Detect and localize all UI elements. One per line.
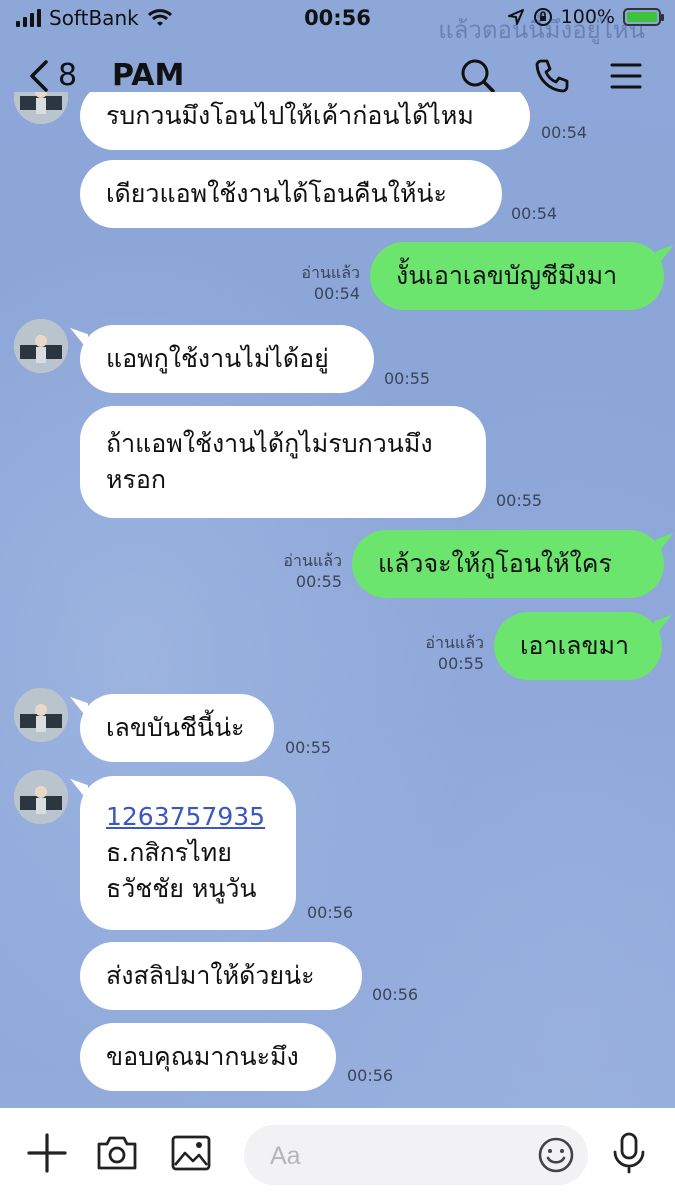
input-bar <box>0 1108 675 1200</box>
message-input-field[interactable] <box>244 1125 588 1185</box>
message-meta: อ่านแล้ว 00:55 <box>272 550 342 592</box>
message-bubble-in[interactable]: เลขบันชีนี้น่ะ <box>80 694 274 762</box>
message-input[interactable] <box>268 1135 522 1177</box>
message-time: 00:56 <box>307 903 354 922</box>
read-receipt: อ่านแล้ว <box>425 633 484 652</box>
account-number-link[interactable]: 1263757935 <box>106 799 270 835</box>
message-text: งั้นเอาเลขบัญชีมึงมา <box>396 261 618 290</box>
message-text: ส่งสลิปมาให้ด้วยน่ะ <box>106 961 315 990</box>
message-bubble-out[interactable]: แล้วจะให้กูโอนให้ใคร <box>352 530 664 598</box>
message-time: 00:56 <box>372 985 419 1004</box>
message-text: รบกวนมึงโอนไปให้เค้าก่อนได้ไหม <box>106 101 474 130</box>
message-time: 00:55 <box>437 654 484 673</box>
message-bubble-in[interactable]: แอพกูใช้งานไม่ได้อยู่ <box>80 325 374 393</box>
read-receipt: อ่านแล้ว <box>283 551 342 570</box>
message-bubble-in[interactable]: ขอบคุณมากนะมึง <box>80 1023 336 1091</box>
message-time: 00:54 <box>541 123 588 142</box>
message-meta: อ่านแล้ว 00:55 <box>414 632 484 674</box>
phone-icon[interactable] <box>532 56 572 96</box>
camera-icon[interactable] <box>94 1130 140 1176</box>
message-list[interactable]: รบกวนมึงโอนไปให้เค้าก่อนได้ไหม 00:54 เดี… <box>0 92 675 1107</box>
message-time: 00:54 <box>313 284 360 303</box>
message-bubble-in[interactable]: รบกวนมึงโอนไปให้เค้าก่อนได้ไหม <box>80 92 530 150</box>
message-bubble-in[interactable]: 1263757935 ธ.กสิกรไทย ธวัชชัย หนูวัน <box>80 776 296 930</box>
message-text: ขอบคุณมากนะมึง <box>106 1042 299 1071</box>
message-time: 00:55 <box>496 491 543 510</box>
avatar[interactable] <box>14 92 68 124</box>
avatar[interactable] <box>14 688 68 742</box>
message-bubble-in[interactable]: ถ้าแอพใช้งานได้กูไม่รบกวนมึง หรอก <box>80 406 486 518</box>
message-time: 00:54 <box>511 204 558 223</box>
message-bubble-out[interactable]: งั้นเอาเลขบัญชีมึงมา <box>370 242 664 310</box>
plus-icon[interactable] <box>24 1130 70 1176</box>
avatar[interactable] <box>14 770 68 824</box>
message-text: เลขบันชีนี้น่ะ <box>106 713 245 742</box>
message-bubble-out[interactable]: เอาเลขมา <box>494 612 662 680</box>
message-text: หรอก <box>106 465 167 494</box>
search-icon[interactable] <box>458 56 498 96</box>
message-time: 00:56 <box>347 1066 394 1085</box>
message-text: แอพกูใช้งานไม่ได้อยู่ <box>106 344 329 373</box>
message-bubble-in[interactable]: ส่งสลิปมาให้ด้วยน่ะ <box>80 942 362 1010</box>
image-icon[interactable] <box>168 1130 214 1176</box>
message-time: 00:55 <box>384 369 431 388</box>
message-text: เอาเลขมา <box>520 631 630 660</box>
emoji-icon[interactable] <box>536 1135 576 1175</box>
unread-count[interactable]: 8 <box>58 58 77 93</box>
message-bubble-in[interactable]: เดียวแอพใช้งานได้โอนคืนให้น่ะ <box>80 160 502 228</box>
read-receipt: อ่านแล้ว <box>301 263 360 282</box>
microphone-icon[interactable] <box>606 1130 652 1176</box>
message-text: ธ.กสิกรไทย <box>106 838 232 867</box>
contact-name[interactable]: PAM <box>112 58 184 93</box>
message-time: 00:55 <box>295 572 342 591</box>
message-meta: อ่านแล้ว 00:54 <box>290 262 360 304</box>
message-text: แล้วจะให้กูโอนให้ใคร <box>378 549 612 578</box>
avatar[interactable] <box>14 319 68 373</box>
message-text: ถ้าแอพใช้งานได้กูไม่รบกวนมึง <box>106 429 433 458</box>
message-text: ธวัชชัย หนูวัน <box>106 874 257 903</box>
message-time: 00:55 <box>285 738 332 757</box>
message-text: เดียวแอพใช้งานได้โอนคืนให้น่ะ <box>106 179 447 208</box>
menu-icon[interactable] <box>606 56 646 96</box>
back-chevron-icon[interactable] <box>22 56 62 96</box>
